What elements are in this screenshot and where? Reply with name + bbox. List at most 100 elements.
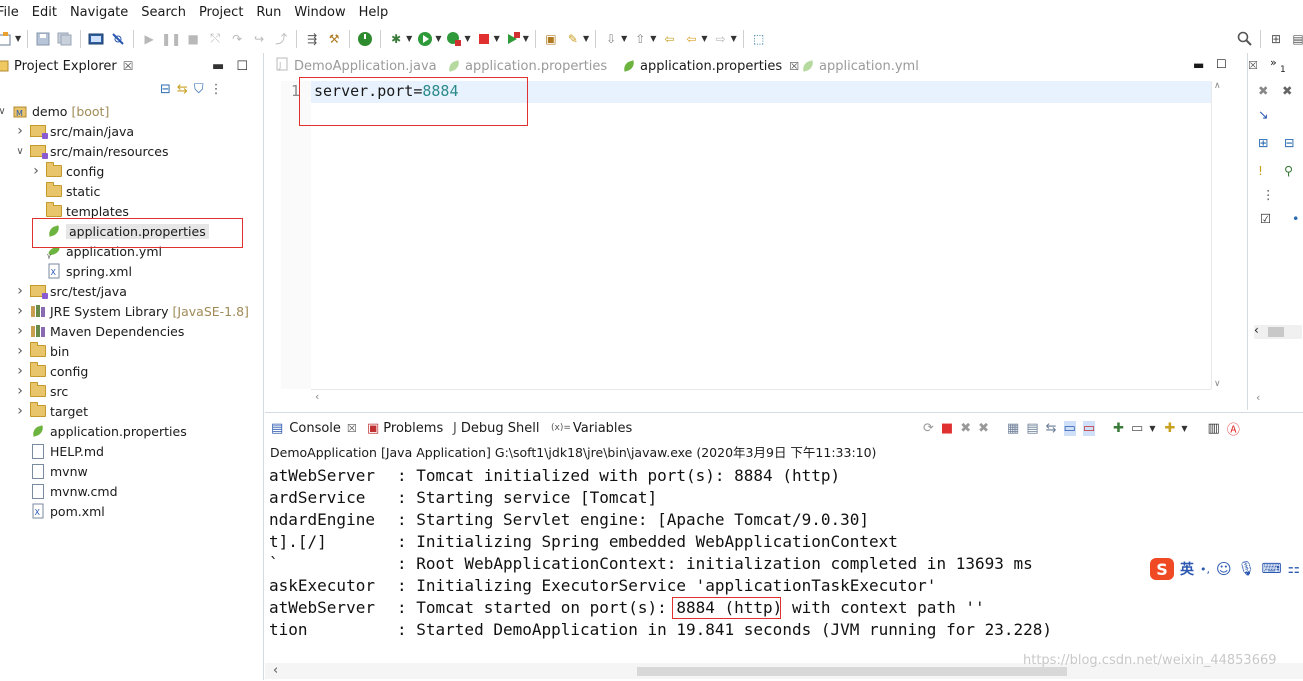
minimize-icon[interactable]: ▬: [1193, 58, 1204, 72]
emoji-icon[interactable]: ☺: [1216, 560, 1232, 578]
expand-toggle-icon[interactable]: ›: [14, 403, 26, 419]
external-tools-icon[interactable]: [504, 30, 522, 48]
pin-console-icon[interactable]: ✚: [1113, 421, 1124, 436]
tree-item[interactable]: application.properties: [14, 421, 187, 441]
tree-item[interactable]: mvnw: [14, 461, 88, 481]
menu-help[interactable]: Help: [352, 0, 395, 25]
tab-list-icon[interactable]: »: [1270, 56, 1277, 69]
spring-boot-icon[interactable]: [356, 30, 374, 48]
collapse-all-icon[interactable]: ⊟: [160, 82, 171, 97]
tree-item[interactable]: ∨ Mdemo [boot]: [0, 101, 109, 121]
chevron-down-icon[interactable]: ▼: [494, 34, 500, 43]
expand-toggle-icon[interactable]: ∨: [0, 106, 8, 117]
expand-toggle-icon[interactable]: ›: [14, 283, 26, 299]
ime-punctuation[interactable]: •,: [1200, 563, 1210, 576]
tree-item[interactable]: static: [30, 181, 100, 201]
menu-window[interactable]: Window: [287, 0, 351, 25]
save-icon[interactable]: [34, 30, 52, 48]
tree-item[interactable]: Xpom.xml: [14, 501, 105, 521]
maximize-icon[interactable]: ☐: [1216, 57, 1227, 71]
refresh-icon[interactable]: ⟳: [923, 421, 934, 436]
keyboard-icon[interactable]: ⌨: [1261, 561, 1281, 577]
menu-search[interactable]: Search: [134, 0, 192, 25]
editor-tab[interactable]: J DemoApplication.java: [275, 53, 438, 79]
tab-debug-shell[interactable]: J Debug Shell: [453, 418, 539, 438]
close-icon[interactable]: ☒: [347, 422, 357, 435]
word-wrap-icon[interactable]: ⇆: [1046, 421, 1057, 436]
stop-icon[interactable]: [475, 30, 493, 48]
minimize-icon[interactable]: ▬: [212, 59, 224, 74]
terminate-icon[interactable]: ■: [941, 421, 953, 436]
chevron-down-icon[interactable]: ▼: [650, 34, 656, 43]
forward-arrow-icon[interactable]: ⇨: [712, 30, 730, 48]
collapse-all-icon[interactable]: ⊟: [1284, 135, 1294, 150]
tree-item[interactable]: › Maven Dependencies: [14, 321, 184, 341]
search-icon[interactable]: [1236, 30, 1254, 48]
scroll-left-icon[interactable]: ‹: [1254, 323, 1259, 337]
tree-item[interactable]: › src: [14, 381, 68, 401]
scroll-down-icon[interactable]: ∨: [1214, 379, 1221, 389]
chevron-down-icon[interactable]: ▼: [1149, 424, 1155, 433]
checkbox-icon[interactable]: ☑: [1260, 211, 1271, 226]
filter-icon[interactable]: ⛉: [194, 82, 204, 97]
expand-toggle-icon[interactable]: ›: [14, 343, 26, 359]
editor-vertical-scrollbar[interactable]: ∧ ∨: [1211, 81, 1226, 389]
pin-editor-icon[interactable]: ⬚: [750, 30, 768, 48]
scroll-up-icon[interactable]: ∧: [1214, 81, 1221, 91]
project-explorer-tab[interactable]: Project Explorer ☒ ▬ ☐: [0, 53, 262, 79]
tab-variables[interactable]: (x)= Variables: [551, 418, 632, 438]
editor-tab[interactable]: application.yml: [800, 53, 942, 79]
remove-launch-icon[interactable]: ✖: [960, 421, 971, 436]
chevron-down-icon[interactable]: ▼: [15, 34, 21, 43]
chevron-down-icon[interactable]: ▼: [1181, 424, 1187, 433]
java-perspective-icon[interactable]: ▤: [1289, 30, 1303, 48]
view-menu-icon[interactable]: ⋮: [1262, 187, 1275, 202]
tree-item[interactable]: mvnw.cmd: [14, 481, 118, 501]
expand-toggle-icon[interactable]: ›: [14, 323, 26, 339]
menu-run[interactable]: Run: [249, 0, 287, 25]
open-console-icon[interactable]: ✚: [1164, 421, 1175, 436]
microphone-icon[interactable]: 🎙: [1238, 561, 1256, 577]
show-on-output-icon[interactable]: ▭: [1063, 421, 1076, 436]
previous-annotation-icon[interactable]: ⇧: [631, 30, 649, 48]
coverage-icon[interactable]: [445, 30, 463, 48]
next-annotation-icon[interactable]: ⇩: [602, 30, 620, 48]
menu-edit[interactable]: Edit: [25, 0, 63, 25]
remove-all-launches-icon[interactable]: ✖: [978, 421, 989, 436]
close-icon[interactable]: ☒: [1248, 59, 1258, 72]
open-task-icon[interactable]: ✎: [564, 30, 582, 48]
skin-icon[interactable]: ⚏: [1288, 561, 1301, 577]
tree-item[interactable]: › config: [30, 161, 104, 181]
tree-item[interactable]: › target: [14, 401, 88, 421]
expand-toggle-icon[interactable]: ›: [30, 163, 42, 179]
sogou-logo-icon[interactable]: S: [1150, 558, 1174, 580]
ime-language[interactable]: 英: [1180, 559, 1194, 579]
link-icon[interactable]: ↘: [1258, 107, 1268, 122]
editor-tab[interactable]: application.properties ☒: [621, 53, 799, 79]
task-icon[interactable]: Ⓐ: [1227, 419, 1240, 438]
chevron-down-icon[interactable]: ▼: [621, 34, 627, 43]
link-with-editor-icon[interactable]: ⇆: [177, 82, 188, 97]
chevron-down-icon[interactable]: ▼: [406, 34, 412, 43]
tab-problems[interactable]: ▣ Problems: [367, 418, 443, 438]
open-perspective-icon[interactable]: ⊞: [1267, 30, 1285, 48]
tree-item[interactable]: ∨ src/main/resources: [14, 141, 168, 161]
expand-toggle-icon[interactable]: ›: [14, 363, 26, 379]
console-view-icon[interactable]: ▥: [1208, 421, 1220, 436]
menu-navigate[interactable]: Navigate: [63, 0, 134, 25]
tree-item[interactable]: Xspring.xml: [30, 261, 132, 281]
last-edit-location-icon[interactable]: ⇦: [660, 30, 678, 48]
chevron-down-icon[interactable]: ▼: [583, 34, 589, 43]
remove-icon[interactable]: ✖: [1282, 83, 1292, 98]
show-on-error-icon[interactable]: ▭: [1082, 421, 1096, 436]
display-console-icon[interactable]: ▭: [1131, 421, 1143, 436]
remove-all-icon[interactable]: ✖: [1258, 83, 1268, 98]
scroll-left-icon[interactable]: ‹: [273, 663, 278, 678]
scroll-thumb[interactable]: [1268, 327, 1284, 337]
new-icon[interactable]: [0, 30, 14, 48]
expand-toggle-icon[interactable]: ∨: [14, 146, 26, 157]
scroll-left-icon[interactable]: ‹: [1256, 391, 1260, 404]
chevron-down-icon[interactable]: ▼: [435, 34, 441, 43]
step-filter-icon[interactable]: ⇶: [303, 30, 321, 48]
skip-breakpoints-icon[interactable]: [109, 30, 127, 48]
